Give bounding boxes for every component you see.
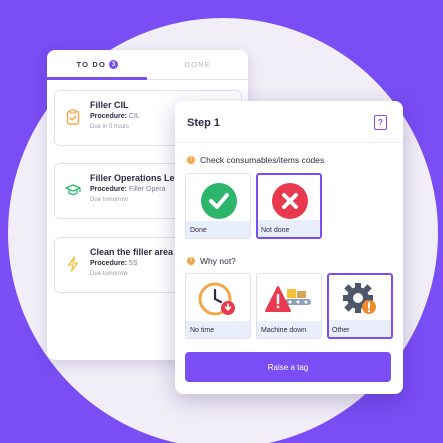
tab-done[interactable]: DONE	[148, 50, 249, 79]
task-procedure: Procedure: Filler Opera	[90, 186, 166, 193]
question-label: Check consumables/items codes	[200, 155, 325, 165]
check-circle-icon	[201, 183, 237, 219]
option-label: Not done	[261, 227, 290, 234]
task-due: Due tomorrow	[90, 197, 128, 203]
clock-alert-icon	[198, 282, 235, 316]
option-machine-down[interactable]: Machine down	[256, 273, 322, 339]
x-circle-icon	[272, 183, 308, 219]
task-procedure: Procedure: CIL	[90, 113, 140, 120]
warning-dot-icon: !	[187, 257, 195, 265]
task-tabs: TO DO 3 DONE	[47, 50, 248, 80]
task-title: Clean the filler area	[90, 247, 174, 257]
tab-done-label: DONE	[184, 60, 211, 69]
lightning-icon	[67, 256, 79, 272]
option-label: Machine down	[261, 327, 307, 334]
option-label: Done	[190, 227, 207, 234]
task-title: Filler Operations Le	[90, 173, 175, 183]
warning-machine-icon	[265, 286, 311, 312]
option-done[interactable]: Done	[185, 173, 251, 239]
book-help-icon[interactable]: ?	[374, 115, 387, 130]
step-title: Step 1	[187, 117, 221, 129]
tab-todo[interactable]: TO DO 3	[47, 50, 148, 79]
option-label: No time	[190, 327, 215, 334]
gear-alert-icon	[343, 283, 376, 314]
task-title: Filler CIL	[90, 100, 129, 110]
option-other[interactable]: Other	[327, 273, 393, 339]
graduation-cap-icon	[65, 184, 81, 195]
warning-dot-icon: !	[187, 156, 195, 164]
active-tab-indicator	[47, 77, 147, 80]
task-due: Due in 5 hours	[90, 124, 130, 130]
clipboard-icon	[66, 109, 80, 125]
option-no-time[interactable]: No time	[185, 273, 251, 339]
question-label: Why not?	[200, 256, 236, 266]
option-not-done[interactable]: Not done	[256, 173, 322, 239]
task-procedure: Procedure: 5S	[90, 260, 138, 267]
question-consumables: ! Check consumables/items codes	[187, 155, 324, 165]
question-why-not: ! Why not?	[187, 256, 236, 266]
tab-todo-label: TO DO	[76, 60, 107, 69]
task-due: Due tomorrow	[90, 271, 128, 277]
todo-count-badge: 3	[109, 60, 119, 69]
divider	[175, 142, 403, 143]
raise-tag-button[interactable]: Raise a tag	[185, 352, 391, 382]
step-panel: Step 1 ? ! Check consumables/items codes…	[175, 101, 403, 394]
option-label: Other	[332, 327, 350, 334]
